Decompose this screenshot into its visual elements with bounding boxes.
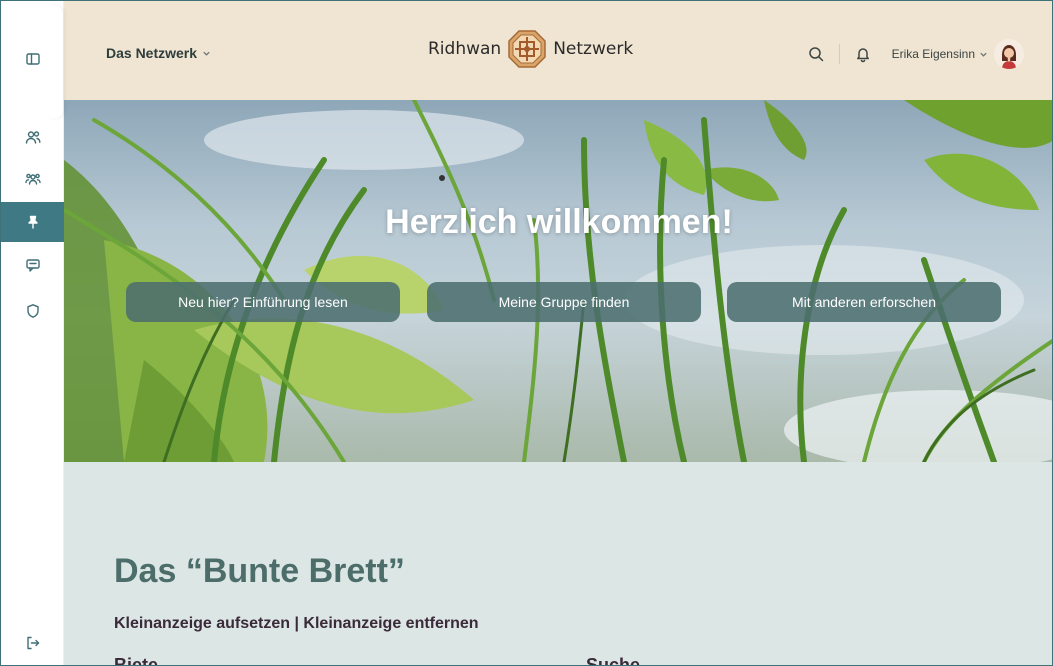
network-menu-label: Das Netzwerk <box>106 45 198 61</box>
brand-logo[interactable]: Ridhwan Netzwerk <box>428 29 633 69</box>
app-window: Das Netzwerk Ridhwan Netzwerk Erika Eige… <box>0 0 1053 666</box>
brand-text-left: Ridhwan <box>428 39 502 59</box>
search-icon[interactable] <box>807 45 825 63</box>
create-ad-link[interactable]: Kleinanzeige aufsetzen <box>114 615 290 632</box>
section-title: Das “Bunte Brett” <box>114 552 405 590</box>
pin-icon <box>27 215 38 229</box>
rail-item-chat[interactable] <box>1 245 64 285</box>
logout-button[interactable] <box>1 623 64 663</box>
members-icon <box>25 131 40 144</box>
header-actions: Erika Eigensinn <box>807 39 1024 69</box>
shield-icon <box>26 304 39 318</box>
remove-ad-link[interactable]: Kleinanzeige entfernen <box>303 615 478 632</box>
rail-item-members[interactable] <box>1 117 64 157</box>
hero-banner: Herzlich willkommen! Neu hier? Einführun… <box>64 100 1052 462</box>
groups-icon <box>24 173 41 185</box>
bell-icon[interactable] <box>854 45 872 63</box>
avatar[interactable] <box>994 39 1024 69</box>
find-group-button[interactable]: Meine Gruppe finden <box>427 282 701 322</box>
offer-column-title: Biete <box>114 655 159 666</box>
bulletin-board-section: Das “Bunte Brett” Kleinanzeige aufsetzen… <box>64 462 1052 666</box>
top-header: Das Netzwerk Ridhwan Netzwerk Erika Eige… <box>64 1 1052 100</box>
rail-item-pinboard[interactable] <box>1 202 64 242</box>
hero-background-image <box>64 100 1052 462</box>
rail-item-privacy[interactable] <box>1 291 64 331</box>
header-divider <box>838 44 840 64</box>
left-rail <box>1 1 64 665</box>
chat-icon <box>25 259 40 272</box>
chevron-down-icon[interactable] <box>979 50 988 59</box>
hero-title: Herzlich willkommen! <box>385 203 733 241</box>
board-links: Kleinanzeige aufsetzen | Kleinanzeige en… <box>114 615 479 633</box>
rail-item-groups[interactable] <box>1 159 64 199</box>
explore-button[interactable]: Mit anderen erforschen <box>727 282 1001 322</box>
network-menu[interactable]: Das Netzwerk <box>106 45 211 61</box>
sidebar-toggle-button[interactable] <box>1 39 64 79</box>
brand-text-right: Netzwerk <box>553 39 634 59</box>
user-name[interactable]: Erika Eigensinn <box>892 47 975 61</box>
ridhwan-logo-icon <box>508 30 546 68</box>
search-column-title: Suche <box>586 655 641 666</box>
logout-icon <box>26 636 39 650</box>
intro-button[interactable]: Neu hier? Einführung lesen <box>126 282 400 322</box>
user-avatar-icon <box>994 39 1024 69</box>
sidebar-toggle-icon <box>25 53 40 65</box>
chevron-down-icon <box>203 51 210 56</box>
